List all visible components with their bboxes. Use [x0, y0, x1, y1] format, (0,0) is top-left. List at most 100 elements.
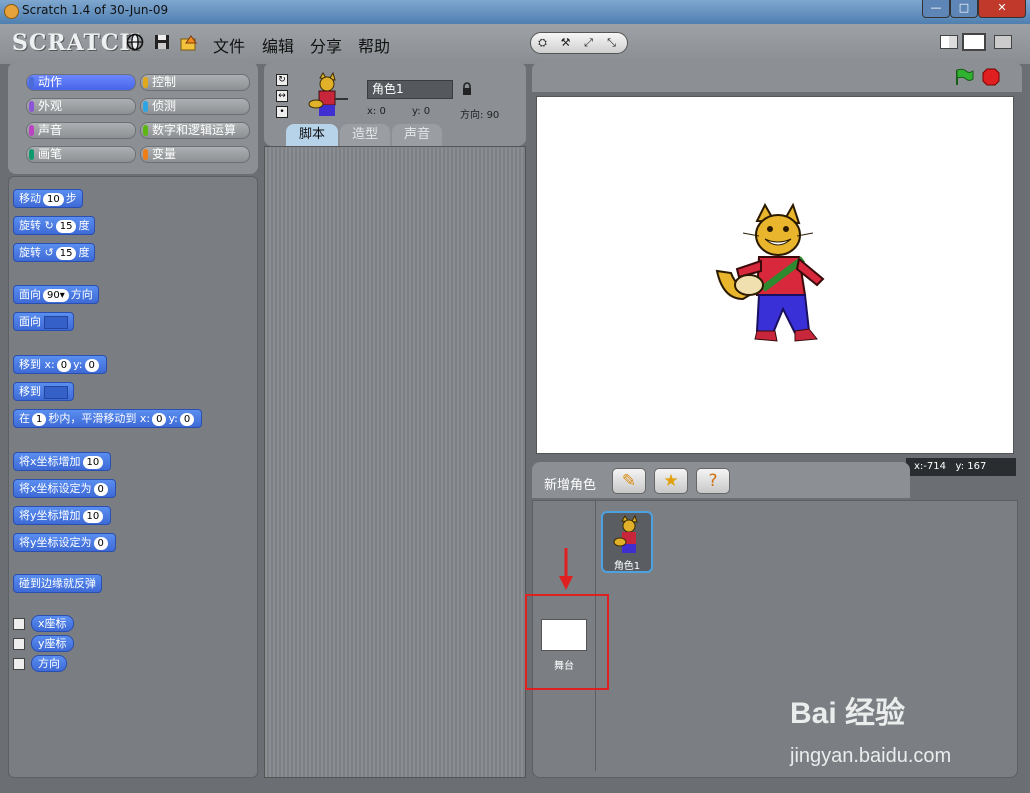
- block-turn-left[interactable]: 旋转 ↺ 15 度: [13, 243, 96, 262]
- stop-sign-icon[interactable]: [982, 68, 1000, 86]
- block-glide[interactable]: 在 1 秒内，平滑移动到 x: 0 y: 0: [13, 409, 203, 428]
- cat-sprite[interactable]: [713, 203, 833, 349]
- category-looks[interactable]: 外观: [26, 98, 136, 115]
- scratch-logo: SCRATCH: [12, 30, 142, 56]
- category-sound[interactable]: 声音: [26, 122, 136, 139]
- category-control[interactable]: 控制: [140, 74, 250, 91]
- direction-dropdown[interactable]: 90▾: [43, 289, 69, 302]
- rotate-style-none-icon[interactable]: •: [276, 106, 288, 118]
- block-point-direction[interactable]: 面向 90▾ 方向: [13, 285, 99, 304]
- target-dropdown[interactable]: [44, 315, 68, 329]
- block-text: 度: [78, 219, 90, 232]
- seconds-input[interactable]: 1: [32, 413, 47, 426]
- block-text: 移到: [19, 358, 41, 371]
- normal-stage-icon[interactable]: [962, 33, 986, 51]
- stage-toolbar: [532, 62, 1022, 92]
- y-input[interactable]: 0: [179, 413, 195, 426]
- block-set-y[interactable]: 将y坐标设定为 0: [13, 533, 116, 552]
- share-icon[interactable]: [180, 33, 198, 51]
- sprite-tools-group: ⛭ ⚒ ⤢ ⤡: [530, 32, 628, 54]
- category-color-swatch: [143, 77, 148, 88]
- menu-edit[interactable]: 编辑: [262, 33, 294, 57]
- block-text: 面向: [19, 288, 41, 301]
- block-text: 旋转: [19, 219, 41, 232]
- block-number-input[interactable]: 10: [43, 193, 64, 206]
- direction-label: 方向:: [460, 110, 484, 121]
- tab-sounds[interactable]: 声音: [392, 124, 442, 146]
- reporter-x-position[interactable]: x座标: [31, 615, 74, 632]
- reporter-y-position[interactable]: y座标: [31, 635, 74, 652]
- block-number-input[interactable]: 0: [93, 537, 108, 550]
- reporter-direction[interactable]: 方向: [31, 655, 67, 672]
- choose-sprite-file-button[interactable]: ★: [654, 468, 688, 494]
- block-set-x[interactable]: 将x坐标设定为 0: [13, 479, 116, 498]
- surprise-sprite-button[interactable]: ?: [696, 468, 730, 494]
- category-label: 动作: [38, 75, 63, 89]
- red-arrow-icon: [559, 548, 573, 590]
- menu-help[interactable]: 帮助: [358, 33, 390, 57]
- block-number-input[interactable]: 0: [93, 483, 108, 496]
- category-color-swatch: [143, 101, 148, 112]
- block-text: 面向: [19, 315, 41, 328]
- stage[interactable]: [536, 96, 1014, 454]
- category-sensing[interactable]: 侦测: [140, 98, 250, 115]
- scripts-area[interactable]: [264, 146, 526, 778]
- block-number-input[interactable]: 15: [55, 247, 77, 260]
- close-button[interactable]: ✕: [978, 0, 1026, 18]
- watch-x-checkbox[interactable]: [13, 618, 25, 630]
- block-point-towards[interactable]: 面向: [13, 312, 74, 331]
- block-turn-right[interactable]: 旋转 ↻ 15 度: [13, 216, 96, 235]
- block-number-input[interactable]: 10: [82, 456, 104, 469]
- block-text: 移动: [19, 192, 41, 205]
- block-goto-xy[interactable]: 移到 x: 0 y: 0: [13, 355, 107, 374]
- tab-scripts[interactable]: 脚本: [286, 124, 338, 146]
- sprite-name-field[interactable]: 角色1: [367, 80, 453, 99]
- block-bounce[interactable]: 碰到边缘就反弹: [13, 574, 102, 593]
- block-goto[interactable]: 移到: [13, 382, 74, 401]
- sprite-tile-sprite1[interactable]: 角色1: [601, 511, 653, 573]
- block-number-input[interactable]: 10: [82, 510, 104, 523]
- watch-direction-checkbox[interactable]: [13, 658, 25, 670]
- category-label: 画笔: [38, 147, 63, 161]
- lock-icon[interactable]: [462, 82, 472, 96]
- globe-icon[interactable]: [126, 33, 144, 51]
- mouse-y-label: y:: [955, 461, 965, 472]
- minimize-button[interactable]: —: [922, 0, 950, 18]
- category-color-swatch: [143, 149, 148, 160]
- category-motion[interactable]: 动作: [26, 74, 136, 91]
- x-input[interactable]: 0: [152, 413, 167, 426]
- block-text: 移到: [19, 385, 41, 398]
- presentation-mode-icon[interactable]: [994, 35, 1012, 49]
- paint-new-sprite-button[interactable]: ✎: [612, 468, 646, 494]
- delete-tool-icon[interactable]: ⚒: [554, 33, 577, 53]
- maximize-button[interactable]: □: [950, 0, 978, 18]
- watermark-logo: Bai 经验: [790, 697, 906, 730]
- category-label: 侦测: [152, 99, 177, 113]
- category-variables[interactable]: 变量: [140, 146, 250, 163]
- target-dropdown[interactable]: [44, 385, 68, 399]
- watch-y-checkbox[interactable]: [13, 638, 25, 650]
- rotate-style-full-icon[interactable]: ↻: [276, 74, 288, 86]
- window-title: Scratch 1.4 of 30-Jun-09: [22, 3, 169, 17]
- category-pen[interactable]: 画笔: [26, 146, 136, 163]
- block-move[interactable]: 移动 10 步: [13, 189, 83, 208]
- category-operators[interactable]: 数字和逻辑运算: [140, 122, 250, 139]
- block-change-y[interactable]: 将y坐标增加 10: [13, 506, 112, 525]
- green-flag-icon[interactable]: [954, 68, 974, 86]
- block-change-x[interactable]: 将x坐标增加 10: [13, 452, 112, 471]
- grow-tool-icon[interactable]: ⤢: [577, 33, 600, 53]
- y-input[interactable]: 0: [84, 359, 99, 372]
- category-color-swatch: [29, 101, 34, 112]
- menu-share[interactable]: 分享: [310, 33, 342, 57]
- tab-costumes[interactable]: 造型: [340, 124, 390, 146]
- small-stage-icon[interactable]: [940, 35, 958, 49]
- rotate-style-flip-icon[interactable]: ↔: [276, 90, 288, 102]
- save-icon[interactable]: [153, 33, 171, 51]
- block-number-input[interactable]: 15: [55, 220, 77, 233]
- category-color-swatch: [29, 125, 34, 136]
- sprite-thumbnail-cat: [613, 515, 638, 553]
- menu-file[interactable]: 文件: [213, 33, 245, 57]
- shrink-tool-icon[interactable]: ⤡: [600, 33, 623, 53]
- duplicate-tool-icon[interactable]: ⛭: [531, 33, 554, 53]
- x-input[interactable]: 0: [56, 359, 72, 372]
